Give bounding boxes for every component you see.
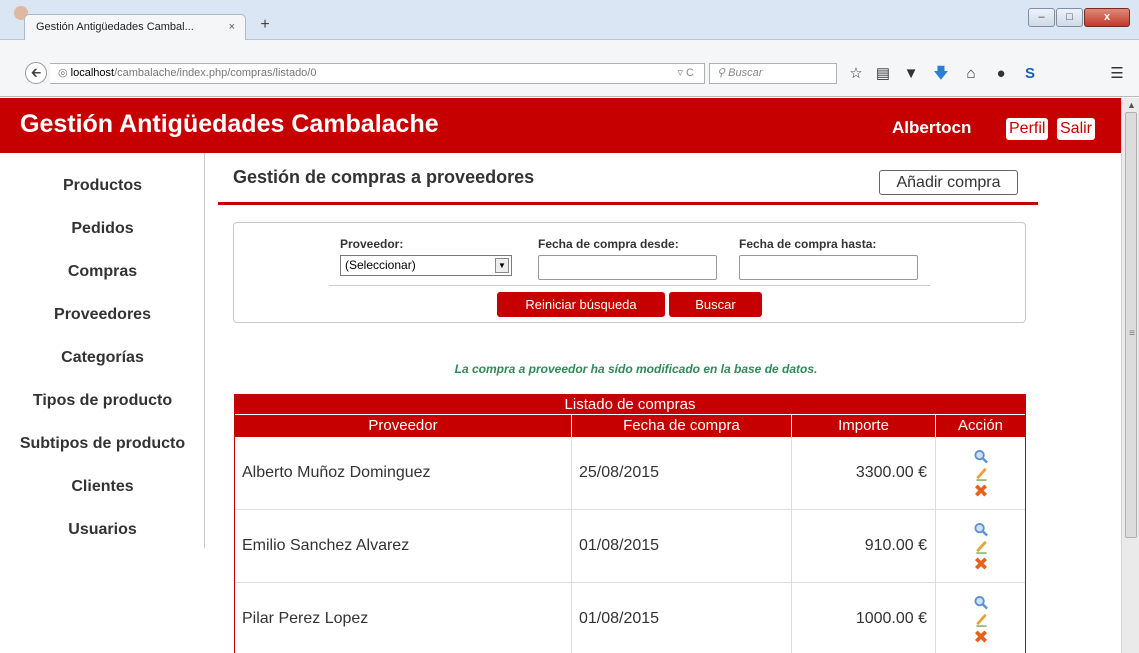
edit-pencil-icon[interactable] xyxy=(973,466,989,481)
cell-fecha: 25/08/2015 xyxy=(572,437,792,509)
page-title: Gestión de compras a proveedores xyxy=(233,167,535,187)
new-tab-button[interactable]: + xyxy=(256,14,274,36)
cell-fecha: 01/08/2015 xyxy=(572,583,792,653)
view-magnifier-icon[interactable] xyxy=(973,522,989,537)
chat-icon[interactable]: ● xyxy=(990,64,1012,84)
column-header-proveedor: Proveedor xyxy=(235,415,572,437)
cell-acciones xyxy=(936,437,1025,509)
menu-icon[interactable]: ☰ xyxy=(1106,64,1128,84)
scrollbar-thumb[interactable]: ≡ xyxy=(1125,112,1137,538)
sidebar-nav: Productos Pedidos Compras Proveedores Ca… xyxy=(0,153,205,548)
sidebar-item-subtipos[interactable]: Subtipos de producto xyxy=(0,435,205,453)
close-window-button[interactable]: x xyxy=(1084,8,1130,27)
user-name: Albertocn xyxy=(892,118,972,137)
column-header-fecha: Fecha de compra xyxy=(572,415,792,437)
page-content: Gestión Antigüedades Cambalache Albertoc… xyxy=(0,98,1121,653)
delete-x-icon[interactable] xyxy=(973,483,989,498)
date-from-label: Fecha de compra desde: xyxy=(538,237,679,251)
cell-fecha: 01/08/2015 xyxy=(572,510,792,582)
url-host: localhost xyxy=(70,67,115,79)
sidebar-item-proveedores[interactable]: Proveedores xyxy=(0,306,205,324)
search-placeholder: Buscar xyxy=(728,67,763,79)
provider-selected-value: (Seleccionar) xyxy=(345,258,416,272)
cell-proveedor: Alberto Muñoz Dominguez xyxy=(235,437,572,509)
sidebar-item-usuarios[interactable]: Usuarios xyxy=(0,521,205,539)
date-to-input[interactable] xyxy=(739,255,918,280)
cell-importe: 3300.00 € xyxy=(792,437,936,509)
url-bar[interactable]: ◎ localhost/cambalache/index.php/compras… xyxy=(50,63,705,84)
cell-importe: 910.00 € xyxy=(792,510,936,582)
home-icon[interactable]: ⌂ xyxy=(960,64,982,84)
cell-importe: 1000.00 € xyxy=(792,583,936,653)
site-title: Gestión Antigüedades Cambalache xyxy=(20,110,439,138)
search-button[interactable]: Buscar xyxy=(669,292,762,317)
cell-proveedor: Pilar Perez Lopez xyxy=(235,583,572,653)
date-to-label: Fecha de compra hasta: xyxy=(739,237,877,251)
table-title: Listado de compras xyxy=(235,395,1025,415)
filter-panel: Proveedor: Fecha de compra desde: Fecha … xyxy=(233,222,1026,323)
browser-titlebar: Gestión Antigüedades Cambal... × + – □ x xyxy=(0,0,1139,40)
globe-icon: ◎ xyxy=(58,67,71,79)
site-header: Gestión Antigüedades Cambalache Albertoc… xyxy=(0,98,1121,153)
chevron-down-icon: ▼ xyxy=(495,258,509,273)
sidebar-item-productos[interactable]: Productos xyxy=(0,177,205,195)
date-from-input[interactable] xyxy=(538,255,717,280)
cell-acciones xyxy=(936,583,1025,653)
table-row: Pilar Perez Lopez 01/08/2015 1000.00 € xyxy=(235,583,1025,653)
column-header-importe: Importe xyxy=(792,415,936,437)
column-header-accion: Acción xyxy=(957,417,1004,434)
delete-x-icon[interactable] xyxy=(973,629,989,644)
edit-pencil-icon[interactable] xyxy=(973,539,989,554)
provider-label: Proveedor: xyxy=(340,237,404,251)
sidebar-item-clientes[interactable]: Clientes xyxy=(0,478,205,496)
maximize-button[interactable]: □ xyxy=(1056,8,1083,27)
sidebar-item-tipos[interactable]: Tipos de producto xyxy=(0,392,205,410)
cell-proveedor: Emilio Sanchez Alvarez xyxy=(235,510,572,582)
bookmark-star-icon[interactable]: ☆ xyxy=(845,64,867,84)
view-magnifier-icon[interactable] xyxy=(973,595,989,610)
logout-button[interactable]: Salir xyxy=(1057,118,1096,140)
cell-acciones xyxy=(936,510,1025,582)
back-arrow-icon[interactable]: 🡰 xyxy=(25,62,47,84)
scroll-up-arrow-icon[interactable]: ▲ xyxy=(1127,100,1136,110)
purchases-table: Listado de compras Proveedor Fecha de co… xyxy=(234,394,1026,653)
browser-tab[interactable]: Gestión Antigüedades Cambal... × xyxy=(24,14,246,40)
tab-title: Gestión Antigüedades Cambal... xyxy=(36,21,194,33)
title-divider xyxy=(218,202,1038,205)
tab-close-icon[interactable]: × xyxy=(229,15,235,40)
table-header-row: Proveedor Fecha de compra Importe Acción xyxy=(235,415,1025,437)
provider-select[interactable]: (Seleccionar) ▼ xyxy=(340,255,512,276)
page-scrollbar[interactable]: ▲ ≡ xyxy=(1121,98,1139,653)
browser-navbar: 🡰 ◎ localhost/cambalache/index.php/compr… xyxy=(0,40,1139,97)
sidebar-item-pedidos[interactable]: Pedidos xyxy=(0,220,205,238)
reset-search-button[interactable]: Reiniciar búsqueda xyxy=(497,292,665,317)
filter-divider xyxy=(329,285,930,286)
view-magnifier-icon[interactable] xyxy=(973,449,989,464)
delete-x-icon[interactable] xyxy=(973,556,989,571)
table-row: Alberto Muñoz Dominguez 25/08/2015 3300.… xyxy=(235,437,1025,510)
add-purchase-button[interactable]: Añadir compra xyxy=(879,170,1018,195)
minimize-button[interactable]: – xyxy=(1028,8,1055,27)
bookmarks-list-icon[interactable]: ▤ xyxy=(872,64,894,84)
edit-pencil-icon[interactable] xyxy=(973,612,989,627)
profile-button[interactable]: Perfil xyxy=(1006,118,1049,140)
table-row: Emilio Sanchez Alvarez 01/08/2015 910.00… xyxy=(235,510,1025,583)
reload-icon[interactable]: ▿ C xyxy=(677,64,694,83)
magnifier-icon: ⚲ xyxy=(717,67,729,79)
success-message: La compra a proveedor ha sído modificado… xyxy=(454,362,818,376)
sidebar-item-compras[interactable]: Compras xyxy=(0,263,205,281)
browser-search-input[interactable]: ⚲ Buscar xyxy=(709,63,837,84)
pocket-icon[interactable]: ▼ xyxy=(900,64,922,84)
sync-icon[interactable]: S xyxy=(1019,64,1041,84)
url-path: /cambalache/index.php/compras/listado/0 xyxy=(114,67,317,79)
grip-icon: ≡ xyxy=(1129,328,1135,339)
download-icon[interactable]: 🡇 xyxy=(930,64,952,84)
